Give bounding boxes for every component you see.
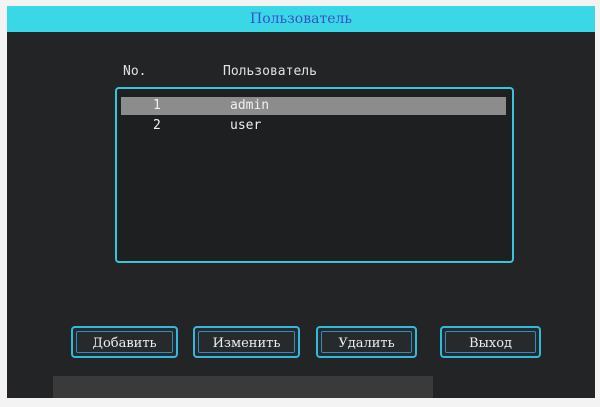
delete-button-label: Удалить [321, 331, 412, 353]
edit-button[interactable]: Изменить [193, 326, 300, 358]
add-button[interactable]: Добавить [71, 326, 178, 358]
user-list[interactable]: 1 admin 2 user [115, 87, 514, 263]
add-button-label: Добавить [76, 331, 173, 353]
delete-button[interactable]: Удалить [316, 326, 417, 358]
edit-button-label: Изменить [198, 331, 295, 353]
dialog-title: Пользователь [7, 6, 595, 32]
user-row-name: admin [230, 98, 270, 113]
status-bar [53, 376, 433, 398]
user-dialog: Пользователь No. Пользователь 1 admin 2 … [7, 6, 595, 398]
user-row-number: 1 [153, 98, 161, 113]
user-row[interactable]: 2 user [121, 117, 506, 135]
user-row-name: user [230, 118, 262, 133]
user-row[interactable]: 1 admin [121, 97, 506, 115]
column-header-user: Пользователь [223, 64, 317, 79]
user-row-number: 2 [153, 118, 161, 133]
exit-button[interactable]: Выход [440, 326, 541, 358]
exit-button-label: Выход [445, 331, 536, 353]
column-header-no: No. [123, 64, 147, 79]
